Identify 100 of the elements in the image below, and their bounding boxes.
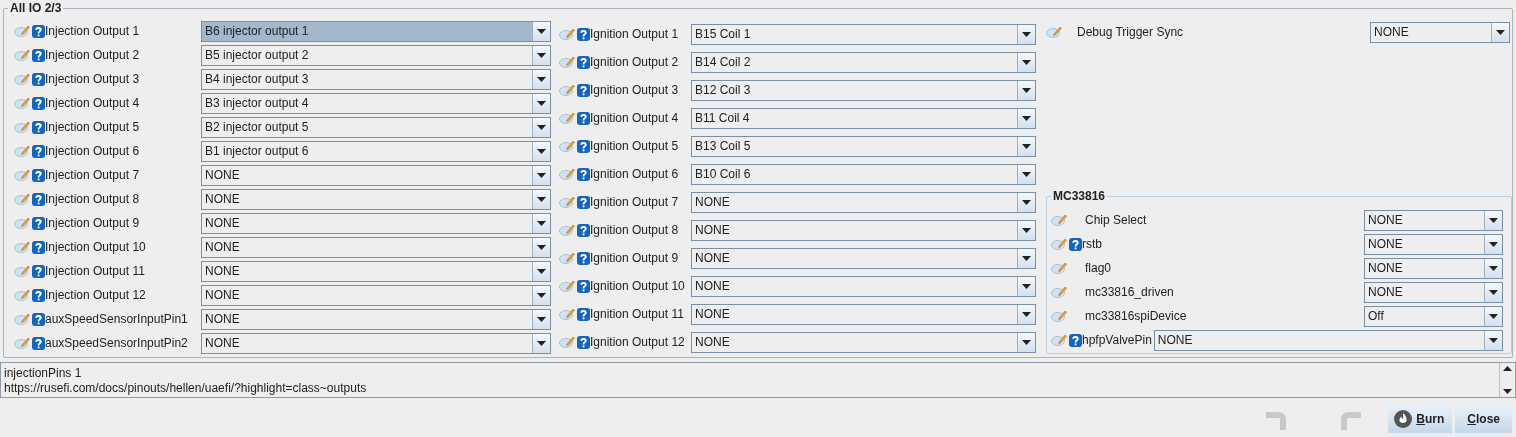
dropdown[interactable]: NONE xyxy=(201,236,551,258)
dropdown[interactable]: Off xyxy=(1364,305,1503,327)
dropdown[interactable]: B12 Coil 3 xyxy=(691,79,1036,101)
scrollbar[interactable] xyxy=(1499,363,1515,397)
dropdown[interactable]: NONE xyxy=(1370,21,1510,43)
help-icon[interactable] xyxy=(577,223,590,237)
field-label: Injection Output 7 xyxy=(45,167,141,184)
field-label: Injection Output 6 xyxy=(45,143,141,160)
dropdown[interactable]: NONE xyxy=(691,247,1036,269)
dropdown[interactable]: NONE xyxy=(1364,233,1503,255)
dropdown[interactable]: NONE xyxy=(201,212,551,234)
field-label: mc33816_driven xyxy=(1084,284,1175,301)
dropdown[interactable]: NONE xyxy=(691,275,1036,297)
dropdown[interactable]: B6 injector output 1 xyxy=(201,20,551,42)
dropdown[interactable]: B4 injector output 3 xyxy=(201,68,551,90)
help-icon[interactable] xyxy=(32,72,45,86)
help-icon[interactable] xyxy=(32,120,45,134)
dropdown[interactable]: B14 Coil 2 xyxy=(691,51,1036,73)
field-label: Injection Output 9 xyxy=(45,215,141,232)
dropdown[interactable]: NONE xyxy=(201,188,551,210)
dropdown[interactable]: NONE xyxy=(201,164,551,186)
dropdown[interactable]: B3 injector output 4 xyxy=(201,92,551,114)
field-label: Injection Output 3 xyxy=(45,71,141,88)
help-icon[interactable] xyxy=(577,55,590,69)
dropdown[interactable]: NONE xyxy=(691,191,1036,213)
dropdown[interactable]: B15 Coil 1 xyxy=(691,23,1036,45)
help-icon[interactable] xyxy=(577,27,590,41)
dropdown[interactable]: B13 Coil 5 xyxy=(691,135,1036,157)
help-icon[interactable] xyxy=(577,83,590,97)
help-icon[interactable] xyxy=(32,144,45,158)
field-label: Ignition Output 8 xyxy=(590,222,680,239)
field-label: Injection Output 4 xyxy=(45,95,141,112)
field-label: flag0 xyxy=(1084,260,1113,277)
dropdown[interactable]: NONE xyxy=(1364,281,1503,303)
help-icon[interactable] xyxy=(32,336,45,350)
field-label: Ignition Output 2 xyxy=(590,54,680,71)
field-label: Injection Output 10 xyxy=(45,239,147,256)
field-label: Chip Select xyxy=(1084,212,1148,229)
help-icon[interactable] xyxy=(1069,237,1082,251)
field-label: Ignition Output 5 xyxy=(590,138,680,155)
close-button[interactable]: Close xyxy=(1455,405,1512,433)
dropdown[interactable]: NONE xyxy=(1364,209,1503,231)
dropdown[interactable]: NONE xyxy=(201,260,551,282)
field-label: hpfpValvePin xyxy=(1082,332,1153,349)
group-title: MC33816 xyxy=(1051,189,1108,203)
help-icon[interactable] xyxy=(32,240,45,254)
dropdown[interactable]: NONE xyxy=(201,332,551,354)
dropdown[interactable]: B5 injector output 2 xyxy=(201,44,551,66)
burn-button[interactable]: Burn xyxy=(1388,405,1453,433)
field-label: Ignition Output 10 xyxy=(590,278,686,295)
help-icon[interactable] xyxy=(32,48,45,62)
field-label: Injection Output 12 xyxy=(45,287,147,304)
dropdown[interactable]: NONE xyxy=(201,284,551,306)
description-text: injectionPins 1 https://rusefi.com/docs/pinouts/hellen/uaefi/?highlight=class~outputs xyxy=(3,365,368,397)
dropdown[interactable]: NONE xyxy=(691,219,1036,241)
field-label: Ignition Output 1 xyxy=(590,26,680,43)
help-icon[interactable] xyxy=(577,307,590,321)
field-label: Ignition Output 9 xyxy=(590,250,680,267)
help-icon[interactable] xyxy=(32,168,45,182)
field-label: Ignition Output 11 xyxy=(590,306,685,323)
dropdown[interactable]: B2 injector output 5 xyxy=(201,116,551,138)
field-label: Injection Output 5 xyxy=(45,119,141,136)
field-label: Injection Output 2 xyxy=(45,47,141,64)
group-title: All IO 2/3 xyxy=(8,1,64,15)
dropdown[interactable]: B11 Coil 4 xyxy=(691,107,1036,129)
help-icon[interactable] xyxy=(32,216,45,230)
field-label: Injection Output 8 xyxy=(45,191,141,208)
field-label: rstb xyxy=(1082,236,1103,253)
flame-icon xyxy=(1394,410,1413,428)
dropdown[interactable]: NONE xyxy=(691,303,1036,325)
help-icon[interactable] xyxy=(32,264,45,278)
help-icon[interactable] xyxy=(577,139,590,153)
dropdown[interactable]: NONE xyxy=(1153,329,1503,351)
help-icon[interactable] xyxy=(32,312,45,326)
field-label: mc33816spiDevice xyxy=(1084,308,1188,325)
field-label: auxSpeedSensorInputPin1 xyxy=(45,311,189,328)
help-icon[interactable] xyxy=(32,24,45,38)
help-icon[interactable] xyxy=(577,195,590,209)
field-label: Injection Output 1 xyxy=(45,23,141,40)
dropdown[interactable]: B1 injector output 6 xyxy=(201,140,551,162)
help-icon[interactable] xyxy=(577,279,590,293)
help-icon[interactable] xyxy=(577,335,590,349)
field-label: Injection Output 11 xyxy=(45,263,146,280)
field-label: auxSpeedSensorInputPin2 xyxy=(45,335,189,352)
dropdown[interactable]: NONE xyxy=(1364,257,1503,279)
field-label: Ignition Output 3 xyxy=(590,82,680,99)
dropdown[interactable]: B10 Coil 6 xyxy=(691,163,1036,185)
field-label: Ignition Output 4 xyxy=(590,110,680,127)
help-icon[interactable] xyxy=(577,111,590,125)
help-icon[interactable] xyxy=(32,192,45,206)
field-label: Ignition Output 12 xyxy=(590,334,686,351)
field-label: Debug Trigger Sync xyxy=(1077,24,1185,41)
help-icon[interactable] xyxy=(32,96,45,110)
help-icon[interactable] xyxy=(577,167,590,181)
help-icon[interactable] xyxy=(577,251,590,265)
help-icon[interactable] xyxy=(1069,333,1082,347)
dropdown[interactable]: NONE xyxy=(201,308,551,330)
help-icon[interactable] xyxy=(32,288,45,302)
field-label: Ignition Output 7 xyxy=(590,194,680,211)
dropdown[interactable]: NONE xyxy=(691,331,1036,353)
